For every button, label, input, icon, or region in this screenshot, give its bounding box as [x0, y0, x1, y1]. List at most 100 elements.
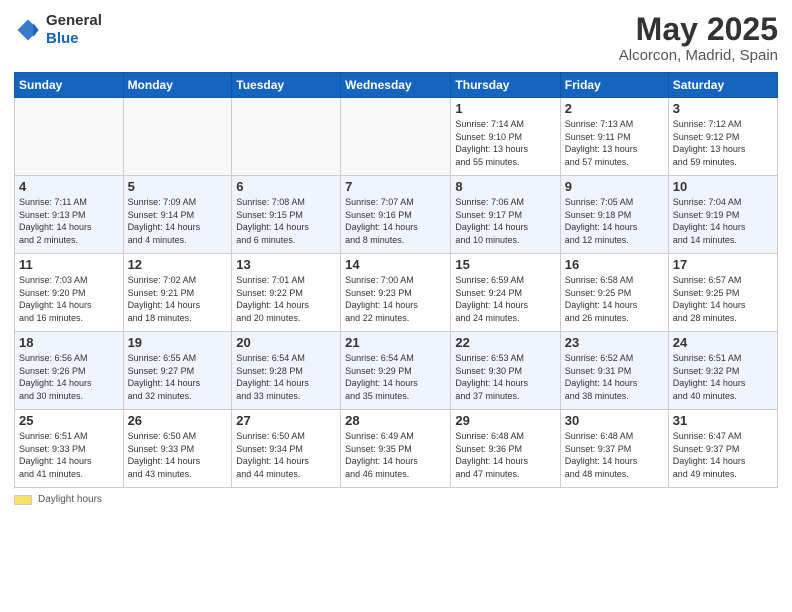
- table-row: 18 Sunrise: 6:56 AM Sunset: 9:26 PM Dayli…: [15, 332, 124, 410]
- page: General Blue May 2025 Alcorcon, Madrid, …: [0, 0, 792, 612]
- table-row: 2 Sunrise: 7:13 AM Sunset: 9:11 PM Daylig…: [560, 98, 668, 176]
- day-number: 19: [128, 335, 228, 350]
- day-number: 6: [236, 179, 336, 194]
- day-info: Sunrise: 6:54 AM Sunset: 9:28 PM Dayligh…: [236, 352, 336, 402]
- day-info: Sunrise: 6:58 AM Sunset: 9:25 PM Dayligh…: [565, 274, 664, 324]
- daylight-swatch: [14, 495, 32, 505]
- day-info: Sunrise: 7:12 AM Sunset: 9:12 PM Dayligh…: [673, 118, 773, 168]
- table-row: 3 Sunrise: 7:12 AM Sunset: 9:12 PM Daylig…: [668, 98, 777, 176]
- day-info: Sunrise: 7:06 AM Sunset: 9:17 PM Dayligh…: [455, 196, 555, 246]
- calendar-week-row: 1 Sunrise: 7:14 AM Sunset: 9:10 PM Daylig…: [15, 98, 778, 176]
- table-row: 28Sunrise: 6:49 AM Sunset: 9:35 PM Dayli…: [341, 410, 451, 488]
- calendar-week-row: 4 Sunrise: 7:11 AM Sunset: 9:13 PM Daylig…: [15, 176, 778, 254]
- day-number: 21: [345, 335, 446, 350]
- day-number: 30: [565, 413, 664, 428]
- day-info: Sunrise: 7:01 AM Sunset: 9:22 PM Dayligh…: [236, 274, 336, 324]
- table-row: [123, 98, 232, 176]
- day-number: 4: [19, 179, 119, 194]
- table-row: 19 Sunrise: 6:55 AM Sunset: 9:27 PM Dayli…: [123, 332, 232, 410]
- day-number: 9: [565, 179, 664, 194]
- day-number: 18: [19, 335, 119, 350]
- col-thursday: Thursday: [451, 73, 560, 98]
- day-number: 13: [236, 257, 336, 272]
- table-row: 22 Sunrise: 6:53 AM Sunset: 9:30 PM Dayli…: [451, 332, 560, 410]
- calendar-header-row: Sunday Monday Tuesday Wednesday Thursday…: [15, 73, 778, 98]
- table-row: [232, 98, 341, 176]
- calendar-table: Sunday Monday Tuesday Wednesday Thursday…: [14, 72, 778, 488]
- col-sunday: Sunday: [15, 73, 124, 98]
- day-number: 7: [345, 179, 446, 194]
- col-wednesday: Wednesday: [341, 73, 451, 98]
- day-info: Sunrise: 6:57 AM Sunset: 9:25 PM Dayligh…: [673, 274, 773, 324]
- table-row: 11 Sunrise: 7:03 AM Sunset: 9:20 PM Dayli…: [15, 254, 124, 332]
- day-info: Sunrise: 6:56 AM Sunset: 9:26 PM Dayligh…: [19, 352, 119, 402]
- day-info: Sunrise: 7:04 AM Sunset: 9:19 PM Dayligh…: [673, 196, 773, 246]
- day-number: 22: [455, 335, 555, 350]
- day-number: 23: [565, 335, 664, 350]
- day-info: Sunrise: 7:08 AM Sunset: 9:15 PM Dayligh…: [236, 196, 336, 246]
- header: General Blue May 2025 Alcorcon, Madrid, …: [14, 12, 778, 64]
- daylight-label: Daylight hours: [38, 494, 102, 505]
- day-info: Sunrise: 6:48 AM Sunset: 9:37 PM Dayligh…: [565, 430, 664, 480]
- table-row: 30 Sunrise: 6:48 AM Sunset: 9:37 PM Dayli…: [560, 410, 668, 488]
- day-info: Sunrise: 7:05 AM Sunset: 9:18 PM Dayligh…: [565, 196, 664, 246]
- table-row: 21 Sunrise: 6:54 AM Sunset: 9:29 PM Dayli…: [341, 332, 451, 410]
- table-row: 14Sunrise: 7:00 AM Sunset: 9:23 PM Dayli…: [341, 254, 451, 332]
- day-number: 11: [19, 257, 119, 272]
- footer: Daylight hours: [14, 494, 778, 505]
- table-row: 4 Sunrise: 7:11 AM Sunset: 9:13 PM Daylig…: [15, 176, 124, 254]
- day-number: 31: [673, 413, 773, 428]
- col-monday: Monday: [123, 73, 232, 98]
- day-info: Sunrise: 6:52 AM Sunset: 9:31 PM Dayligh…: [565, 352, 664, 402]
- location: Alcorcon, Madrid, Spain: [619, 47, 778, 64]
- day-info: Sunrise: 6:55 AM Sunset: 9:27 PM Dayligh…: [128, 352, 228, 402]
- day-number: 24: [673, 335, 773, 350]
- day-number: 25: [19, 413, 119, 428]
- table-row: 7Sunrise: 7:07 AM Sunset: 9:16 PM Daylig…: [341, 176, 451, 254]
- table-row: 15Sunrise: 6:59 AM Sunset: 9:24 PM Dayli…: [451, 254, 560, 332]
- day-number: 8: [455, 179, 555, 194]
- table-row: 9 Sunrise: 7:05 AM Sunset: 9:18 PM Daylig…: [560, 176, 668, 254]
- day-number: 29: [455, 413, 555, 428]
- day-info: Sunrise: 7:14 AM Sunset: 9:10 PM Dayligh…: [455, 118, 555, 168]
- day-number: 20: [236, 335, 336, 350]
- generalblue-icon: [14, 16, 42, 44]
- table-row: 16 Sunrise: 6:58 AM Sunset: 9:25 PM Dayli…: [560, 254, 668, 332]
- table-row: 1 Sunrise: 7:14 AM Sunset: 9:10 PM Daylig…: [451, 98, 560, 176]
- day-info: Sunrise: 7:09 AM Sunset: 9:14 PM Dayligh…: [128, 196, 228, 246]
- day-info: Sunrise: 6:54 AM Sunset: 9:29 PM Dayligh…: [345, 352, 446, 402]
- calendar-week-row: 25Sunrise: 6:51 AM Sunset: 9:33 PM Dayli…: [15, 410, 778, 488]
- logo: General Blue: [14, 12, 102, 48]
- day-number: 26: [128, 413, 228, 428]
- day-number: 28: [345, 413, 446, 428]
- day-number: 27: [236, 413, 336, 428]
- day-number: 17: [673, 257, 773, 272]
- day-info: Sunrise: 6:50 AM Sunset: 9:34 PM Dayligh…: [236, 430, 336, 480]
- day-info: Sunrise: 6:50 AM Sunset: 9:33 PM Dayligh…: [128, 430, 228, 480]
- table-row: 17 Sunrise: 6:57 AM Sunset: 9:25 PM Dayli…: [668, 254, 777, 332]
- day-info: Sunrise: 7:11 AM Sunset: 9:13 PM Dayligh…: [19, 196, 119, 246]
- table-row: 13 Sunrise: 7:01 AM Sunset: 9:22 PM Dayli…: [232, 254, 341, 332]
- col-friday: Friday: [560, 73, 668, 98]
- calendar-week-row: 18 Sunrise: 6:56 AM Sunset: 9:26 PM Dayli…: [15, 332, 778, 410]
- day-info: Sunrise: 6:53 AM Sunset: 9:30 PM Dayligh…: [455, 352, 555, 402]
- day-info: Sunrise: 7:13 AM Sunset: 9:11 PM Dayligh…: [565, 118, 664, 168]
- day-info: Sunrise: 7:03 AM Sunset: 9:20 PM Dayligh…: [19, 274, 119, 324]
- table-row: [15, 98, 124, 176]
- col-saturday: Saturday: [668, 73, 777, 98]
- day-number: 16: [565, 257, 664, 272]
- day-number: 3: [673, 101, 773, 116]
- table-row: [341, 98, 451, 176]
- table-row: 31Sunrise: 6:47 AM Sunset: 9:37 PM Dayli…: [668, 410, 777, 488]
- table-row: 5Sunrise: 7:09 AM Sunset: 9:14 PM Daylig…: [123, 176, 232, 254]
- table-row: 24 Sunrise: 6:51 AM Sunset: 9:32 PM Dayli…: [668, 332, 777, 410]
- day-info: Sunrise: 6:48 AM Sunset: 9:36 PM Dayligh…: [455, 430, 555, 480]
- table-row: 29 Sunrise: 6:48 AM Sunset: 9:36 PM Dayli…: [451, 410, 560, 488]
- table-row: 25Sunrise: 6:51 AM Sunset: 9:33 PM Dayli…: [15, 410, 124, 488]
- day-number: 1: [455, 101, 555, 116]
- title-block: May 2025 Alcorcon, Madrid, Spain: [619, 12, 778, 64]
- day-number: 15: [455, 257, 555, 272]
- day-number: 2: [565, 101, 664, 116]
- day-number: 10: [673, 179, 773, 194]
- day-info: Sunrise: 6:51 AM Sunset: 9:32 PM Dayligh…: [673, 352, 773, 402]
